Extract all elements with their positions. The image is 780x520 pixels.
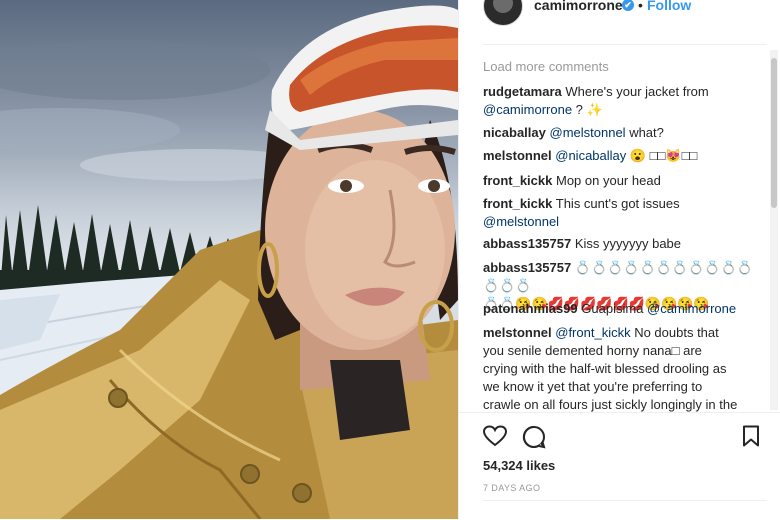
comment-item: abbass135757 Kiss yyyyyyy babe	[483, 235, 763, 253]
load-more-comments-link[interactable]: Load more comments	[483, 59, 609, 74]
comment-username[interactable]: abbass135757	[483, 236, 571, 251]
comment-text: Kiss yyyyyyy babe	[574, 236, 682, 251]
avatar[interactable]	[483, 0, 523, 26]
comment-text: what?	[625, 125, 664, 140]
verified-badge-icon: ✔	[622, 0, 634, 11]
comment-text: 😮 □□😻□□	[626, 148, 698, 163]
bookmark-icon[interactable]	[742, 425, 760, 452]
post-sidebar: camimorrone ✔ • Follow Load more comment…	[458, 0, 780, 519]
comment-text: crying with the half-wit blessed droolin…	[483, 361, 727, 376]
comment-username[interactable]: rudgetamara	[483, 84, 562, 99]
comment-username[interactable]: patonahmias99	[483, 301, 578, 316]
comment-text: Mop on your head	[556, 173, 661, 188]
header-separator: •	[638, 0, 643, 13]
comment-text: ? ✨	[572, 102, 603, 117]
comments-list: Load more comments rudgetamara Where's y…	[483, 44, 767, 413]
comment-mention[interactable]: @camimorrone	[483, 102, 572, 117]
comment-text: crawle on all fours just sickly longingl…	[483, 397, 738, 412]
comment-item: nicaballay @melstonnel what?	[483, 124, 763, 142]
comment-text: No doubts that	[630, 325, 719, 340]
comment-username[interactable]: melstonnel	[483, 148, 552, 163]
comment-mention[interactable]: @front_kickk	[555, 325, 630, 340]
comment-item: front_kickk This cunt's got issues @mels…	[483, 195, 763, 231]
divider	[483, 500, 767, 501]
comment-username[interactable]: front_kickk	[483, 173, 552, 188]
comment-item: melstonnel @front_kickk No doubts that y…	[483, 324, 763, 413]
comment-mention[interactable]: @melstonnel	[550, 125, 626, 140]
likes-count[interactable]: 54,324 likes	[483, 458, 555, 473]
comment-text: you senile demented horny nana□ are	[483, 343, 702, 358]
post-header: camimorrone ✔ • Follow	[459, 0, 780, 36]
comment-text: This cunt's got issues	[555, 196, 680, 211]
post-date: 7 DAYS AGO	[483, 483, 541, 493]
comment-username[interactable]: melstonnel	[483, 325, 552, 340]
comment-mention[interactable]: @melstonnel	[483, 214, 559, 229]
comment-item: front_kickk Mop on your head	[483, 172, 763, 190]
comment-username[interactable]: front_kickk	[483, 196, 552, 211]
heart-icon[interactable]	[482, 425, 508, 452]
comment-text: Where's your jacket from	[565, 84, 709, 99]
comment-item: melstonnel @nicaballay 😮 □□😻□□	[483, 147, 763, 165]
comment-username[interactable]: abbass135757	[483, 260, 571, 275]
comment-icon[interactable]	[522, 425, 546, 454]
selfie-illustration	[0, 5, 458, 519]
comment-text: we know it yet that you're preferring to	[483, 379, 703, 394]
comments-scroll-thumb[interactable]	[771, 58, 777, 208]
post-photo[interactable]	[0, 0, 458, 519]
comment-mention[interactable]: @nicaballay	[555, 148, 626, 163]
post-actions: 54,324 likes 7 DAYS AGO	[459, 412, 780, 520]
follow-button[interactable]: Follow	[647, 0, 691, 13]
comment-mention[interactable]: @camimorrone	[647, 301, 736, 316]
post-username[interactable]: camimorrone	[534, 0, 623, 13]
comment-item: rudgetamara Where's your jacket from @ca…	[483, 83, 763, 119]
comment-username[interactable]: nicaballay	[483, 125, 546, 140]
comment-item: patonahmias99 Guapisima @camimorrone	[483, 300, 763, 318]
comment-text: Guapisima	[581, 301, 648, 316]
